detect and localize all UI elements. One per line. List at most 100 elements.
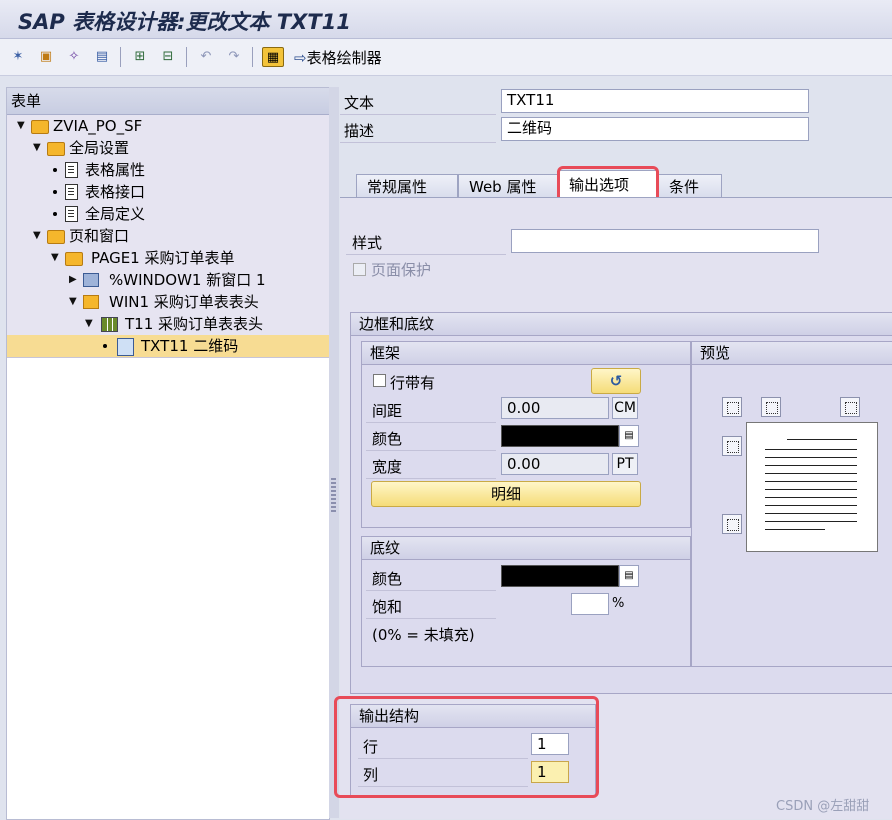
toolbar-separator: [186, 47, 187, 67]
tree-node[interactable]: ▼ 全局设置: [7, 137, 329, 160]
form-tree-panel: 表单 ▼ ZVIA_PO_SF ▼ 全局设置 表格属性 表格接口 全局定义 ▼ …: [6, 87, 330, 820]
frame-color-swatch[interactable]: [501, 425, 619, 447]
text-name-field[interactable]: TXT11: [501, 89, 809, 113]
shading-color-swatch[interactable]: [501, 565, 619, 587]
expand-toggle-icon[interactable]: ▼: [51, 247, 59, 269]
document-icon: [65, 184, 78, 200]
text-label: 文本: [344, 94, 375, 112]
form-painter-icon[interactable]: ▦: [262, 47, 284, 67]
color-picker-icon[interactable]: ▤: [619, 565, 639, 587]
tree-node-selected[interactable]: TXT11 二维码: [7, 335, 329, 358]
expand-toggle-icon[interactable]: ▼: [69, 291, 77, 313]
preview-line: [765, 481, 857, 482]
window-icon: [83, 295, 99, 309]
width-field[interactable]: 0.00: [501, 453, 609, 475]
border-bottom-left-icon[interactable]: [722, 514, 742, 534]
spacing-unit: CM: [612, 397, 638, 419]
frame-preview: [746, 422, 878, 552]
shading-note: (0% = 未填充): [372, 626, 475, 644]
folder-icon: [47, 142, 65, 156]
expand-toggle-icon[interactable]: ▼: [85, 313, 93, 335]
description-field[interactable]: 二维码: [501, 117, 809, 141]
page-protect-checkbox[interactable]: [353, 263, 366, 276]
expand-toggle-icon[interactable]: ▼: [33, 225, 41, 247]
window-title: SAP 表格设计器:更改文本 TXT11: [18, 10, 351, 34]
hierarchy-icon[interactable]: ▣: [36, 47, 56, 65]
tree-node[interactable]: 表格属性: [7, 159, 329, 182]
expand-icon[interactable]: ⊞: [130, 47, 150, 65]
color-picker-icon[interactable]: ▤: [619, 425, 639, 447]
with-lines-checkbox[interactable]: [373, 374, 386, 387]
tab-conditions[interactable]: 条件: [658, 174, 722, 198]
shading-group: 底纹: [361, 536, 691, 667]
divider: [346, 254, 506, 255]
expand-toggle-icon[interactable]: ▼: [33, 137, 41, 159]
reset-frame-button[interactable]: ↺: [591, 368, 641, 394]
page-protect-label: 页面保护: [371, 261, 432, 279]
width-label: 宽度: [372, 458, 403, 476]
folder-icon: [65, 252, 83, 266]
preview-line: [787, 439, 857, 440]
tree-node[interactable]: ▶ %WINDOW1 新窗口 1: [7, 269, 329, 292]
preview-line: [765, 465, 857, 466]
tree-node[interactable]: ▼ WIN1 采购订单表表头: [7, 291, 329, 314]
watermark: CSDN @左甜甜: [776, 799, 870, 814]
border-top-icon[interactable]: [761, 397, 781, 417]
expand-toggle-icon[interactable]: ▼: [17, 115, 25, 137]
tree-node[interactable]: ▼ ZVIA_PO_SF: [7, 115, 329, 138]
folder-icon: [47, 230, 65, 244]
divider: [366, 422, 496, 423]
tree-node[interactable]: ▼ PAGE1 采购订单表单: [7, 247, 329, 270]
saturation-field[interactable]: [571, 593, 609, 615]
toolbar-separator: [120, 47, 121, 67]
leaf-bullet-icon: [103, 344, 107, 348]
tab-general-attributes[interactable]: 常规属性: [356, 174, 458, 198]
spacing-field[interactable]: 0.00: [501, 397, 609, 419]
glasses-icon[interactable]: ✶: [8, 47, 28, 65]
saturation-label: 饱和: [372, 598, 403, 616]
divider: [366, 450, 496, 451]
toolbar-separator: [252, 47, 253, 67]
preview-line: [765, 529, 825, 530]
highlight-annotation: [334, 696, 599, 798]
preview-line: [765, 473, 857, 474]
tree-node[interactable]: 表格接口: [7, 181, 329, 204]
border-left-icon[interactable]: [722, 436, 742, 456]
undo-arrow-icon: ↺: [609, 372, 623, 390]
form-painter-button[interactable]: ⇨表格绘制器: [294, 47, 382, 68]
window-icon: [83, 273, 99, 287]
divider: [366, 590, 496, 591]
document-icon: [65, 206, 78, 222]
leaf-bullet-icon: [53, 190, 57, 194]
wand-icon[interactable]: ✧: [64, 47, 84, 65]
tree-node[interactable]: 全局定义: [7, 203, 329, 226]
preview-line: [765, 489, 857, 490]
divider: [340, 114, 496, 115]
leaf-bullet-icon: [53, 168, 57, 172]
tree-node[interactable]: ▼ T11 采购订单表表头: [7, 313, 329, 336]
splitter-grip-icon[interactable]: [331, 478, 336, 514]
table-icon: [101, 317, 118, 332]
divider: [340, 142, 496, 143]
border-shading-title: 边框和底纹: [351, 313, 892, 336]
tab-web-attributes[interactable]: Web 属性: [458, 174, 558, 198]
width-unit: PT: [612, 453, 638, 475]
divider: [366, 478, 496, 479]
preview-line: [765, 505, 857, 506]
details-button[interactable]: 明细: [371, 481, 641, 507]
printer-icon[interactable]: ▤: [92, 47, 112, 65]
style-field[interactable]: [511, 229, 819, 253]
border-top-right-icon[interactable]: [840, 397, 860, 417]
border-top-left-icon[interactable]: [722, 397, 742, 417]
redo-icon[interactable]: ↷: [224, 47, 244, 65]
shading-color-label: 颜色: [372, 570, 403, 588]
preview-title: 预览: [692, 342, 892, 365]
collapse-toggle-icon[interactable]: ▶: [69, 269, 77, 291]
preview-line: [765, 497, 857, 498]
tree-node[interactable]: ▼ 页和窗口: [7, 225, 329, 248]
arrow-right-icon: ⇨: [294, 49, 307, 67]
preview-line: [765, 449, 857, 450]
tree-header: 表单: [7, 88, 329, 115]
collapse-icon[interactable]: ⊟: [158, 47, 178, 65]
undo-icon[interactable]: ↶: [196, 47, 216, 65]
